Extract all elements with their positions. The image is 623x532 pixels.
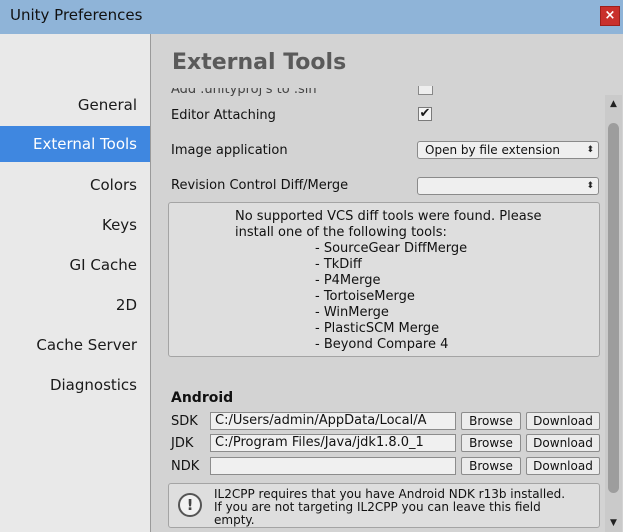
partially-hidden-checkbox[interactable] xyxy=(418,86,433,95)
vcs-tool-item: - WinMerge xyxy=(315,305,389,320)
dropdown-arrow-icon: ⬍ xyxy=(586,181,594,191)
il2cpp-info-text: IL2CPP requires that you have Android ND… xyxy=(214,487,566,527)
image-application-dropdown[interactable]: Open by file extension ⬍ xyxy=(417,141,599,159)
title-bar[interactable]: Unity Preferences × xyxy=(0,0,623,34)
editor-attaching-label: Editor Attaching xyxy=(171,108,276,123)
vcs-help-box: No supported VCS diff tools were found. … xyxy=(168,202,600,357)
main-panel: External Tools Add .unityproj's to .sln … xyxy=(151,34,623,532)
close-button[interactable]: × xyxy=(600,6,620,26)
jdk-label: JDK xyxy=(171,436,194,451)
partially-hidden-row: Add .unityproj's to .sln xyxy=(171,88,591,98)
partially-hidden-label: Add .unityproj's to .sln xyxy=(171,88,317,97)
scroll-thumb[interactable] xyxy=(608,123,619,493)
sidebar-item-keys[interactable]: Keys xyxy=(0,207,150,243)
info-icon: ! xyxy=(178,493,202,517)
vcs-message: No supported VCS diff tools were found. … xyxy=(235,209,542,240)
jdk-browse-button[interactable]: Browse xyxy=(461,434,521,452)
sidebar-item-gi-cache[interactable]: GI Cache xyxy=(0,247,150,283)
sdk-path-field[interactable]: C:/Users/admin/AppData/Local/A xyxy=(210,412,456,430)
sidebar-item-cache-server[interactable]: Cache Server xyxy=(0,327,150,363)
ndk-browse-button[interactable]: Browse xyxy=(461,457,521,475)
ndk-download-button[interactable]: Download xyxy=(526,457,600,475)
sidebar-item-external-tools[interactable]: External Tools xyxy=(0,126,150,162)
sdk-download-button[interactable]: Download xyxy=(526,412,600,430)
jdk-path-field[interactable]: C:/Program Files/Java/jdk1.8.0_1 xyxy=(210,434,456,452)
sidebar-item-colors[interactable]: Colors xyxy=(0,167,150,203)
il2cpp-info-box: ! IL2CPP requires that you have Android … xyxy=(168,483,600,528)
sdk-label: SDK xyxy=(171,414,198,429)
vertical-scrollbar[interactable]: ▲ ▼ xyxy=(605,95,622,532)
jdk-download-button[interactable]: Download xyxy=(526,434,600,452)
editor-attaching-checkbox[interactable]: ✔ xyxy=(418,107,432,121)
vcs-tool-item: - TkDiff xyxy=(315,257,362,272)
image-application-label: Image application xyxy=(171,143,288,158)
dropdown-arrow-icon: ⬍ xyxy=(586,145,594,155)
scroll-up-icon[interactable]: ▲ xyxy=(605,97,622,111)
preferences-window: Unity Preferences × General External Too… xyxy=(0,0,623,532)
ndk-label: NDK xyxy=(171,459,200,474)
vcs-tool-item: - TortoiseMerge xyxy=(315,289,415,304)
android-section-title: Android xyxy=(171,390,234,406)
vcs-tool-item: - PlasticSCM Merge xyxy=(315,321,440,336)
sdk-path-value: C:/Users/admin/AppData/Local/A xyxy=(215,413,427,428)
sidebar-item-general[interactable]: General xyxy=(0,87,150,123)
scroll-down-icon[interactable]: ▼ xyxy=(605,516,622,530)
sdk-browse-button[interactable]: Browse xyxy=(461,412,521,430)
vcs-tool-item: - Beyond Compare 4 xyxy=(315,337,449,352)
jdk-path-value: C:/Program Files/Java/jdk1.8.0_1 xyxy=(215,435,424,450)
window-title: Unity Preferences xyxy=(10,6,143,24)
sidebar-item-diagnostics[interactable]: Diagnostics xyxy=(0,367,150,403)
vcs-tool-item: - P4Merge xyxy=(315,273,381,288)
vcs-tool-item: - SourceGear DiffMerge xyxy=(315,241,468,256)
sidebar: General External Tools Colors Keys GI Ca… xyxy=(0,34,151,532)
ndk-path-field[interactable] xyxy=(210,457,456,475)
revision-control-label: Revision Control Diff/Merge xyxy=(171,178,349,193)
sidebar-item-2d[interactable]: 2D xyxy=(0,287,150,323)
image-application-value: Open by file extension xyxy=(425,143,560,157)
revision-control-dropdown[interactable]: ⬍ xyxy=(417,177,599,195)
page-title: External Tools xyxy=(172,50,347,75)
